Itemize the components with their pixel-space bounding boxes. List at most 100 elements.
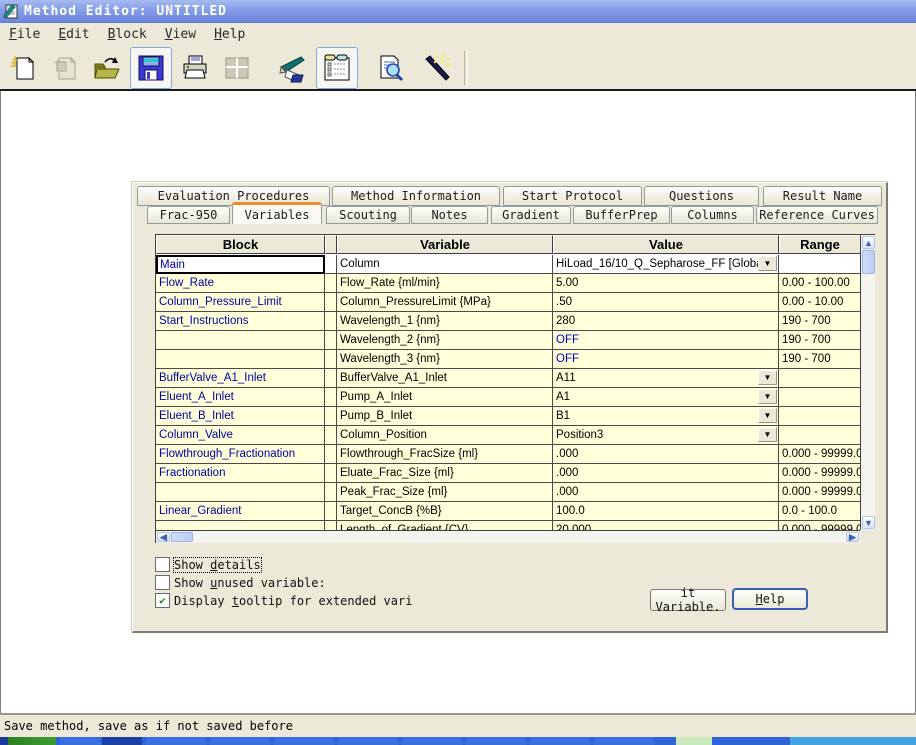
start-button[interactable]	[8, 737, 56, 745]
dropdown-arrow-icon[interactable]: ▼	[758, 256, 777, 271]
checkbox-show-unused-variable-[interactable]: Show unused variable:	[155, 575, 326, 590]
tab-questions[interactable]: Questions	[644, 186, 759, 206]
taskbar-window-button-active[interactable]	[676, 737, 712, 745]
taskbar-window-button[interactable]	[594, 737, 654, 745]
menu-item-block[interactable]: Block	[99, 25, 156, 44]
range-cell[interactable]: 0.000 - 99999.00	[779, 445, 860, 464]
taskbar-window-button[interactable]	[60, 737, 100, 745]
block-cell[interactable]: Start_Instructions	[156, 312, 325, 331]
variable-cell[interactable]: Target_ConcB {%B}	[337, 502, 553, 521]
variable-cell[interactable]: Wavelength_1 {nm}	[337, 312, 553, 331]
variable-cell[interactable]: Flow_Rate {ml/min}	[337, 274, 553, 293]
block-cell[interactable]: Eluent_B_Inlet	[156, 407, 325, 426]
range-cell[interactable]: 0.000 - 99999.00	[779, 464, 860, 483]
value-cell[interactable]: A1▼	[553, 388, 779, 407]
tab-notes[interactable]: Notes	[411, 206, 488, 224]
range-cell[interactable]	[779, 407, 860, 426]
range-cell[interactable]: 190 - 700	[779, 350, 860, 369]
value-cell[interactable]: .50	[553, 293, 779, 312]
checkbox-unchecked-icon[interactable]	[155, 575, 170, 590]
block-cell[interactable]: Flow_Rate	[156, 274, 325, 293]
vertical-scrollbar[interactable]: ▲ ▼	[860, 235, 875, 530]
range-cell[interactable]	[779, 426, 860, 445]
vertical-scroll-thumb[interactable]	[862, 250, 875, 274]
range-cell[interactable]: 0.00 - 10.00	[779, 293, 860, 312]
range-cell[interactable]	[779, 369, 860, 388]
block-cell[interactable]: Linear_Gradient	[156, 502, 325, 521]
checkbox-unchecked-icon[interactable]	[155, 557, 170, 572]
block-cell[interactable]	[156, 483, 325, 502]
tab-variables[interactable]: Variables	[232, 202, 322, 224]
scroll-up-icon[interactable]: ▲	[862, 236, 875, 249]
save-method-icon[interactable]	[130, 47, 172, 89]
range-cell[interactable]: 0.000 - 99999.00	[779, 521, 860, 530]
range-cell[interactable]: 190 - 700	[779, 331, 860, 350]
edit-variable-button[interactable]: it Variable.	[650, 589, 726, 611]
variable-cell[interactable]: Peak_Frac_Size {ml}	[337, 483, 553, 502]
scroll-down-icon[interactable]: ▼	[862, 516, 875, 529]
block-cell[interactable]: Main	[156, 255, 325, 274]
range-cell[interactable]: 0.0 - 100.0	[779, 502, 860, 521]
variable-cell[interactable]: Column_Position	[337, 426, 553, 445]
block-cell[interactable]: BufferValve_A1_Inlet	[156, 369, 325, 388]
notebook-icon[interactable]	[316, 47, 358, 89]
block-cell[interactable]: Column_Pressure_Limit	[156, 293, 325, 312]
system-tray[interactable]	[790, 737, 916, 745]
dropdown-arrow-icon[interactable]: ▼	[758, 389, 777, 404]
taskbar-window-button[interactable]	[530, 737, 590, 745]
value-cell[interactable]: 280	[553, 312, 779, 331]
block-cell[interactable]: Flowthrough_Fractionation	[156, 445, 325, 464]
checkbox-show-details[interactable]: Show details	[155, 557, 261, 572]
block-cell[interactable]: Fractionation	[156, 464, 325, 483]
horizontal-scroll-thumb[interactable]	[171, 532, 193, 542]
value-cell[interactable]: B1▼	[553, 407, 779, 426]
taskbar-window-button[interactable]	[210, 737, 270, 745]
block-cell[interactable]	[156, 521, 325, 530]
value-cell[interactable]: .000	[553, 464, 779, 483]
block-cell[interactable]: Eluent_A_Inlet	[156, 388, 325, 407]
range-cell[interactable]	[779, 388, 860, 407]
help-button[interactable]: Help	[732, 588, 808, 610]
variable-cell[interactable]: Wavelength_3 {nm}	[337, 350, 553, 369]
value-cell[interactable]: HiLoad_16/10_Q_Sepharose_FF [Global]▼	[553, 255, 779, 274]
taskbar-window-button[interactable]	[102, 737, 142, 745]
method-wizard-wand-icon[interactable]	[418, 49, 456, 87]
variable-cell[interactable]: Wavelength_2 {nm}	[337, 331, 553, 350]
variable-cell[interactable]: Pump_A_Inlet	[337, 388, 553, 407]
new-method-icon[interactable]	[4, 49, 42, 87]
horizontal-scrollbar[interactable]: ◀ ▶	[156, 530, 860, 543]
taskbar-window-button[interactable]	[402, 737, 462, 745]
range-cell[interactable]: 0.00 - 100.00	[779, 274, 860, 293]
menu-item-help[interactable]: Help	[205, 25, 254, 44]
taskbar-window-button[interactable]	[466, 737, 526, 745]
signature-pen-icon[interactable]	[274, 49, 312, 87]
value-cell[interactable]: .000	[553, 445, 779, 464]
variable-cell[interactable]: Flowthrough_FracSize {ml}	[337, 445, 553, 464]
dropdown-arrow-icon[interactable]: ▼	[758, 408, 777, 423]
checkbox-display-tooltip-for-extended-vari[interactable]: ✔Display tooltip for extended vari	[155, 593, 412, 608]
tab-start-protocol[interactable]: Start Protocol	[503, 186, 642, 206]
tab-frac-950[interactable]: Frac-950	[147, 206, 230, 224]
tab-columns[interactable]: Columns	[671, 206, 754, 224]
menu-item-edit[interactable]: Edit	[49, 25, 98, 44]
value-cell[interactable]: A11▼	[553, 369, 779, 388]
tab-method-information[interactable]: Method Information	[332, 186, 500, 206]
open-method-icon[interactable]	[88, 49, 126, 87]
variable-cell[interactable]: Column_PressureLimit {MPa}	[337, 293, 553, 312]
range-cell[interactable]: 0.000 - 99999.00	[779, 483, 860, 502]
taskbar-window-button[interactable]	[274, 737, 334, 745]
value-cell[interactable]: 20.000	[553, 521, 779, 530]
variable-cell[interactable]: Pump_B_Inlet	[337, 407, 553, 426]
value-cell[interactable]: OFF	[553, 350, 779, 369]
tab-gradient[interactable]: Gradient	[491, 206, 571, 224]
taskbar-window-button[interactable]	[338, 737, 398, 745]
block-cell[interactable]: Column_Valve	[156, 426, 325, 445]
value-cell[interactable]: .000	[553, 483, 779, 502]
value-cell[interactable]: OFF	[553, 331, 779, 350]
variable-cell[interactable]: BufferValve_A1_Inlet	[337, 369, 553, 388]
tab-result-name[interactable]: Result Name	[763, 186, 882, 206]
checkbox-checked-icon[interactable]: ✔	[155, 593, 170, 608]
range-cell[interactable]	[779, 255, 860, 274]
value-cell[interactable]: Position3▼	[553, 426, 779, 445]
tab-reference-curves[interactable]: Reference Curves	[756, 206, 878, 224]
